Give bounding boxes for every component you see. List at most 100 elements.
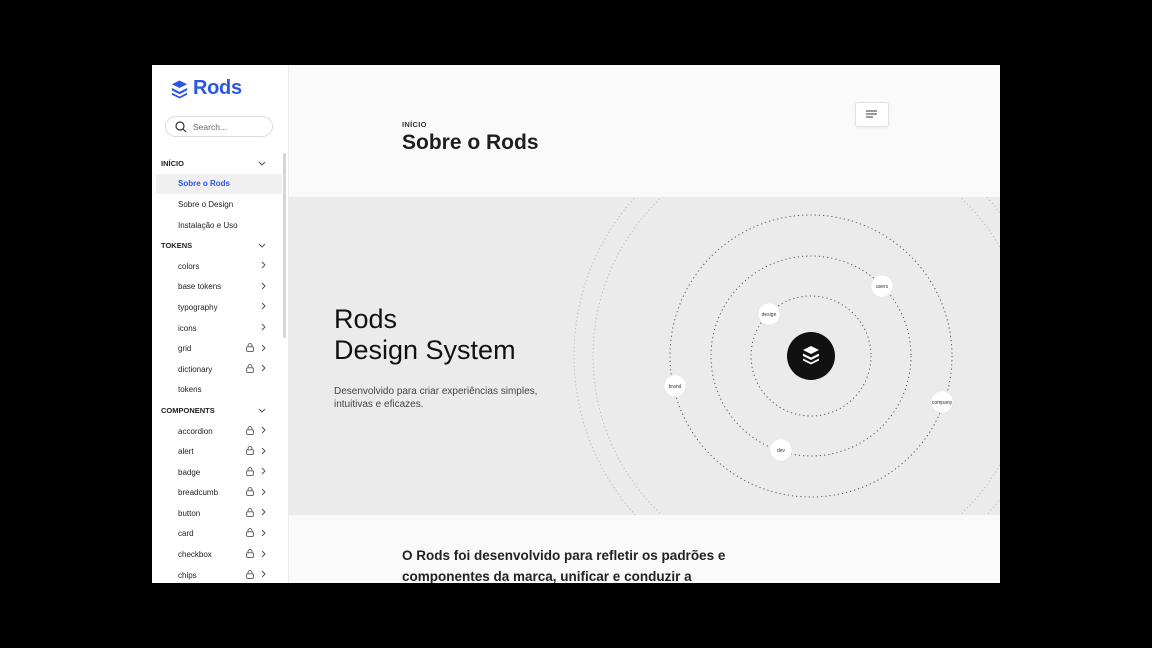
- sidebar-item[interactable]: icons: [156, 318, 282, 339]
- intro-text: O Rods foi desenvolvido para refletir os…: [402, 548, 726, 583]
- sidebar-section-title: COMPONENTS: [161, 405, 215, 415]
- sidebar-item[interactable]: tokens: [156, 380, 282, 401]
- sidebar-item-label: colors: [178, 261, 200, 271]
- sidebar-item-label: typography: [178, 302, 218, 312]
- hero-banner: Rods Design System Desenvolvido para cri…: [289, 197, 1000, 515]
- sidebar-section-title: INÍCIO: [161, 158, 184, 168]
- sidebar-item-label: grid: [178, 344, 192, 354]
- sidebar-item[interactable]: Sobre o Rods: [156, 173, 282, 195]
- rods-logo-icon: [171, 79, 188, 98]
- sidebar-item-label: checkbox: [178, 550, 212, 560]
- lock-icon: [246, 528, 254, 539]
- chevron-right-icon: [261, 550, 266, 560]
- chevron-right-icon: [261, 447, 266, 457]
- sidebar-item[interactable]: Instalação e Uso: [156, 215, 282, 236]
- lock-icon: [246, 446, 254, 457]
- orbit-node: company: [930, 390, 954, 414]
- main-content: INÍCIO Sobre o Rods Rods Design System D…: [289, 65, 1000, 583]
- search-placeholder: Search...: [193, 121, 228, 132]
- sidebar-item-label: dictionary: [178, 364, 213, 374]
- chevron-right-icon: [261, 467, 266, 477]
- sidebar-item[interactable]: dictionary: [156, 359, 282, 380]
- search-input[interactable]: Search...: [165, 116, 273, 137]
- orbit-node: dev: [769, 438, 793, 462]
- lock-icon: [246, 508, 254, 519]
- lock-icon: [246, 487, 254, 498]
- search-icon: [175, 120, 187, 132]
- sidebar-item[interactable]: badge: [156, 462, 282, 483]
- sidebar-nav: INÍCIO Sobre o Rods Sobre o Design Instalaç…: [152, 153, 282, 583]
- breadcrumb: INÍCIO: [402, 120, 427, 129]
- sidebar-item-label: breadcumb: [178, 488, 219, 498]
- sidebar-section-title: TOKENS: [161, 241, 193, 251]
- sidebar-item[interactable]: card: [156, 524, 282, 545]
- table-of-contents-button[interactable]: [855, 102, 889, 127]
- sidebar-item-label: button: [178, 508, 201, 518]
- sidebar-scrollbar[interactable]: [283, 153, 286, 338]
- orbit-node-label: dev: [777, 448, 786, 454]
- orbit-node-label: design: [762, 312, 777, 318]
- sidebar-item-label: alert: [178, 447, 194, 457]
- sidebar-item-label: chips: [178, 570, 197, 580]
- chevron-right-icon: [261, 570, 266, 580]
- chevron-right-icon: [261, 323, 266, 333]
- chevron-right-icon: [261, 344, 266, 354]
- lock-icon: [246, 343, 254, 354]
- lock-icon: [246, 466, 254, 478]
- chevron-down-icon: [258, 159, 266, 168]
- chevron-down-icon: [258, 406, 266, 415]
- orbit-node-label: brand: [669, 384, 682, 390]
- chevron-right-icon: [261, 488, 266, 498]
- sidebar: Rods Search... INÍCIO Sobre o Rods Sobre o…: [152, 65, 289, 583]
- chevron-right-icon: [261, 261, 266, 271]
- sidebar-item-label: Sobre o Design: [178, 199, 234, 209]
- lock-icon: [246, 425, 254, 437]
- sidebar-item[interactable]: button: [156, 503, 282, 524]
- sidebar-item-label: icons: [178, 323, 197, 333]
- sidebar-item-label: accordion: [178, 426, 213, 436]
- sidebar-item[interactable]: base tokens: [156, 277, 282, 298]
- lock-icon: [246, 549, 254, 560]
- sidebar-item-label: tokens: [178, 385, 202, 395]
- lock-icon: [246, 569, 254, 581]
- page-title: Sobre o Rods: [402, 131, 539, 154]
- page-header: INÍCIO Sobre o Rods: [289, 65, 1000, 197]
- chevron-down-icon: [258, 241, 266, 250]
- sidebar-item[interactable]: breadcumb: [156, 483, 282, 504]
- intro-section: O Rods foi desenvolvido para refletir os…: [289, 515, 1000, 583]
- sidebar-item[interactable]: accordion: [156, 421, 282, 442]
- sidebar-item[interactable]: alert: [156, 441, 282, 462]
- sidebar-section-header[interactable]: INÍCIO: [152, 153, 282, 174]
- chevron-right-icon: [261, 282, 266, 292]
- sidebar-section-header[interactable]: COMPONENTS: [152, 400, 282, 421]
- orbit-node-label: company: [932, 400, 953, 406]
- sidebar-item-label: Instalação e Uso: [178, 220, 238, 230]
- sidebar-item[interactable]: grid: [156, 338, 282, 359]
- sidebar-item[interactable]: typography: [156, 297, 282, 318]
- orbit-center: [787, 332, 835, 380]
- brand-logo[interactable]: Rods: [170, 77, 242, 100]
- orbit-node: users: [870, 274, 894, 298]
- orbit-node: design: [757, 302, 781, 326]
- sidebar-item[interactable]: Sobre o Design: [156, 194, 282, 215]
- chevron-right-icon: [261, 508, 266, 518]
- sidebar-item-label: base tokens: [178, 282, 222, 292]
- chevron-right-icon: [261, 529, 266, 539]
- sidebar-item[interactable]: chips: [156, 565, 282, 583]
- chevron-right-icon: [261, 426, 266, 436]
- lock-icon: [246, 363, 254, 375]
- sidebar-item-label: Sobre o Rods: [178, 179, 231, 189]
- app-window: Rods Search... INÍCIO Sobre o Rods Sobre o…: [152, 65, 1000, 583]
- sidebar-section-header[interactable]: TOKENS: [152, 235, 282, 256]
- sidebar-item-label: card: [178, 529, 194, 539]
- list-icon: [866, 110, 877, 118]
- orbit-node: brand: [663, 374, 687, 398]
- sidebar-item[interactable]: colors: [156, 256, 282, 277]
- orbit-diagram: users design brand company dev: [573, 197, 1000, 515]
- chevron-right-icon: [261, 364, 266, 374]
- brand-name: Rods: [193, 77, 242, 99]
- orbit-node-label: users: [876, 284, 889, 290]
- chevron-right-icon: [261, 302, 266, 312]
- sidebar-item-label: badge: [178, 467, 201, 477]
- sidebar-item[interactable]: checkbox: [156, 544, 282, 565]
